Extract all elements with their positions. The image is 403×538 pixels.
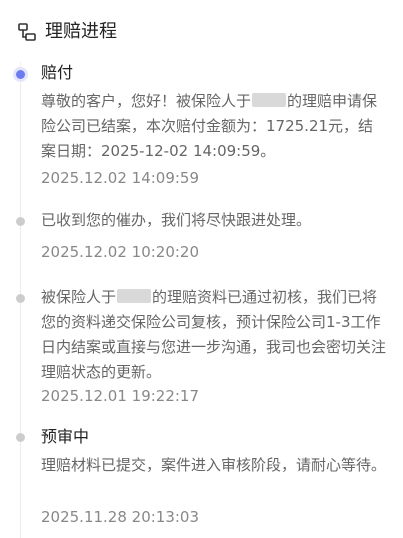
timeline-item-time: 2025.12.02 10:20:20 bbox=[41, 243, 200, 261]
timeline-item-title: 赔付 bbox=[41, 63, 74, 82]
timeline-item-title: 预审中 bbox=[41, 427, 90, 446]
timeline-item-text: 被保险人于 的理赔资料已通过初核，我们已将您的资料递交保险公司复核，预计保险公司1… bbox=[41, 285, 386, 385]
claim-progress-icon bbox=[17, 22, 37, 42]
active-status-dot bbox=[16, 70, 25, 79]
timeline-item-text: 理赔材料已提交，案件进入审核阶段，请耐心等待。 bbox=[41, 456, 387, 474]
claim-timeline: 赔付 尊敬的客户，您好！被保险人于 的理赔申请保险公司已结案，本次赔付金额为：17… bbox=[0, 62, 403, 538]
status-dot bbox=[16, 294, 25, 303]
masked-name bbox=[117, 289, 152, 303]
timeline-item-time: 2025.11.28 20:13:03 bbox=[41, 508, 200, 526]
page-header: 理赔进程 bbox=[0, 0, 403, 62]
status-dot bbox=[16, 217, 25, 226]
timeline-item-text: 已收到您的催办，我们将尽快跟进处理。 bbox=[41, 211, 312, 229]
timeline-item-time: 2025.12.01 19:22:17 bbox=[41, 387, 200, 405]
timeline-item-text: 尊敬的客户，您好！被保险人于 的理赔申请保险公司已结案，本次赔付金额为：1725.… bbox=[41, 89, 386, 164]
timeline-item-time: 2025.12.02 14:09:59 bbox=[41, 169, 200, 187]
timeline-item-text-part: 尊敬的客户，您好！被保险人于 bbox=[41, 92, 252, 110]
page-title: 理赔进程 bbox=[45, 21, 117, 42]
timeline-item-text-part: 被保险人于 bbox=[41, 288, 117, 306]
masked-name bbox=[252, 93, 287, 107]
status-dot bbox=[16, 433, 25, 442]
